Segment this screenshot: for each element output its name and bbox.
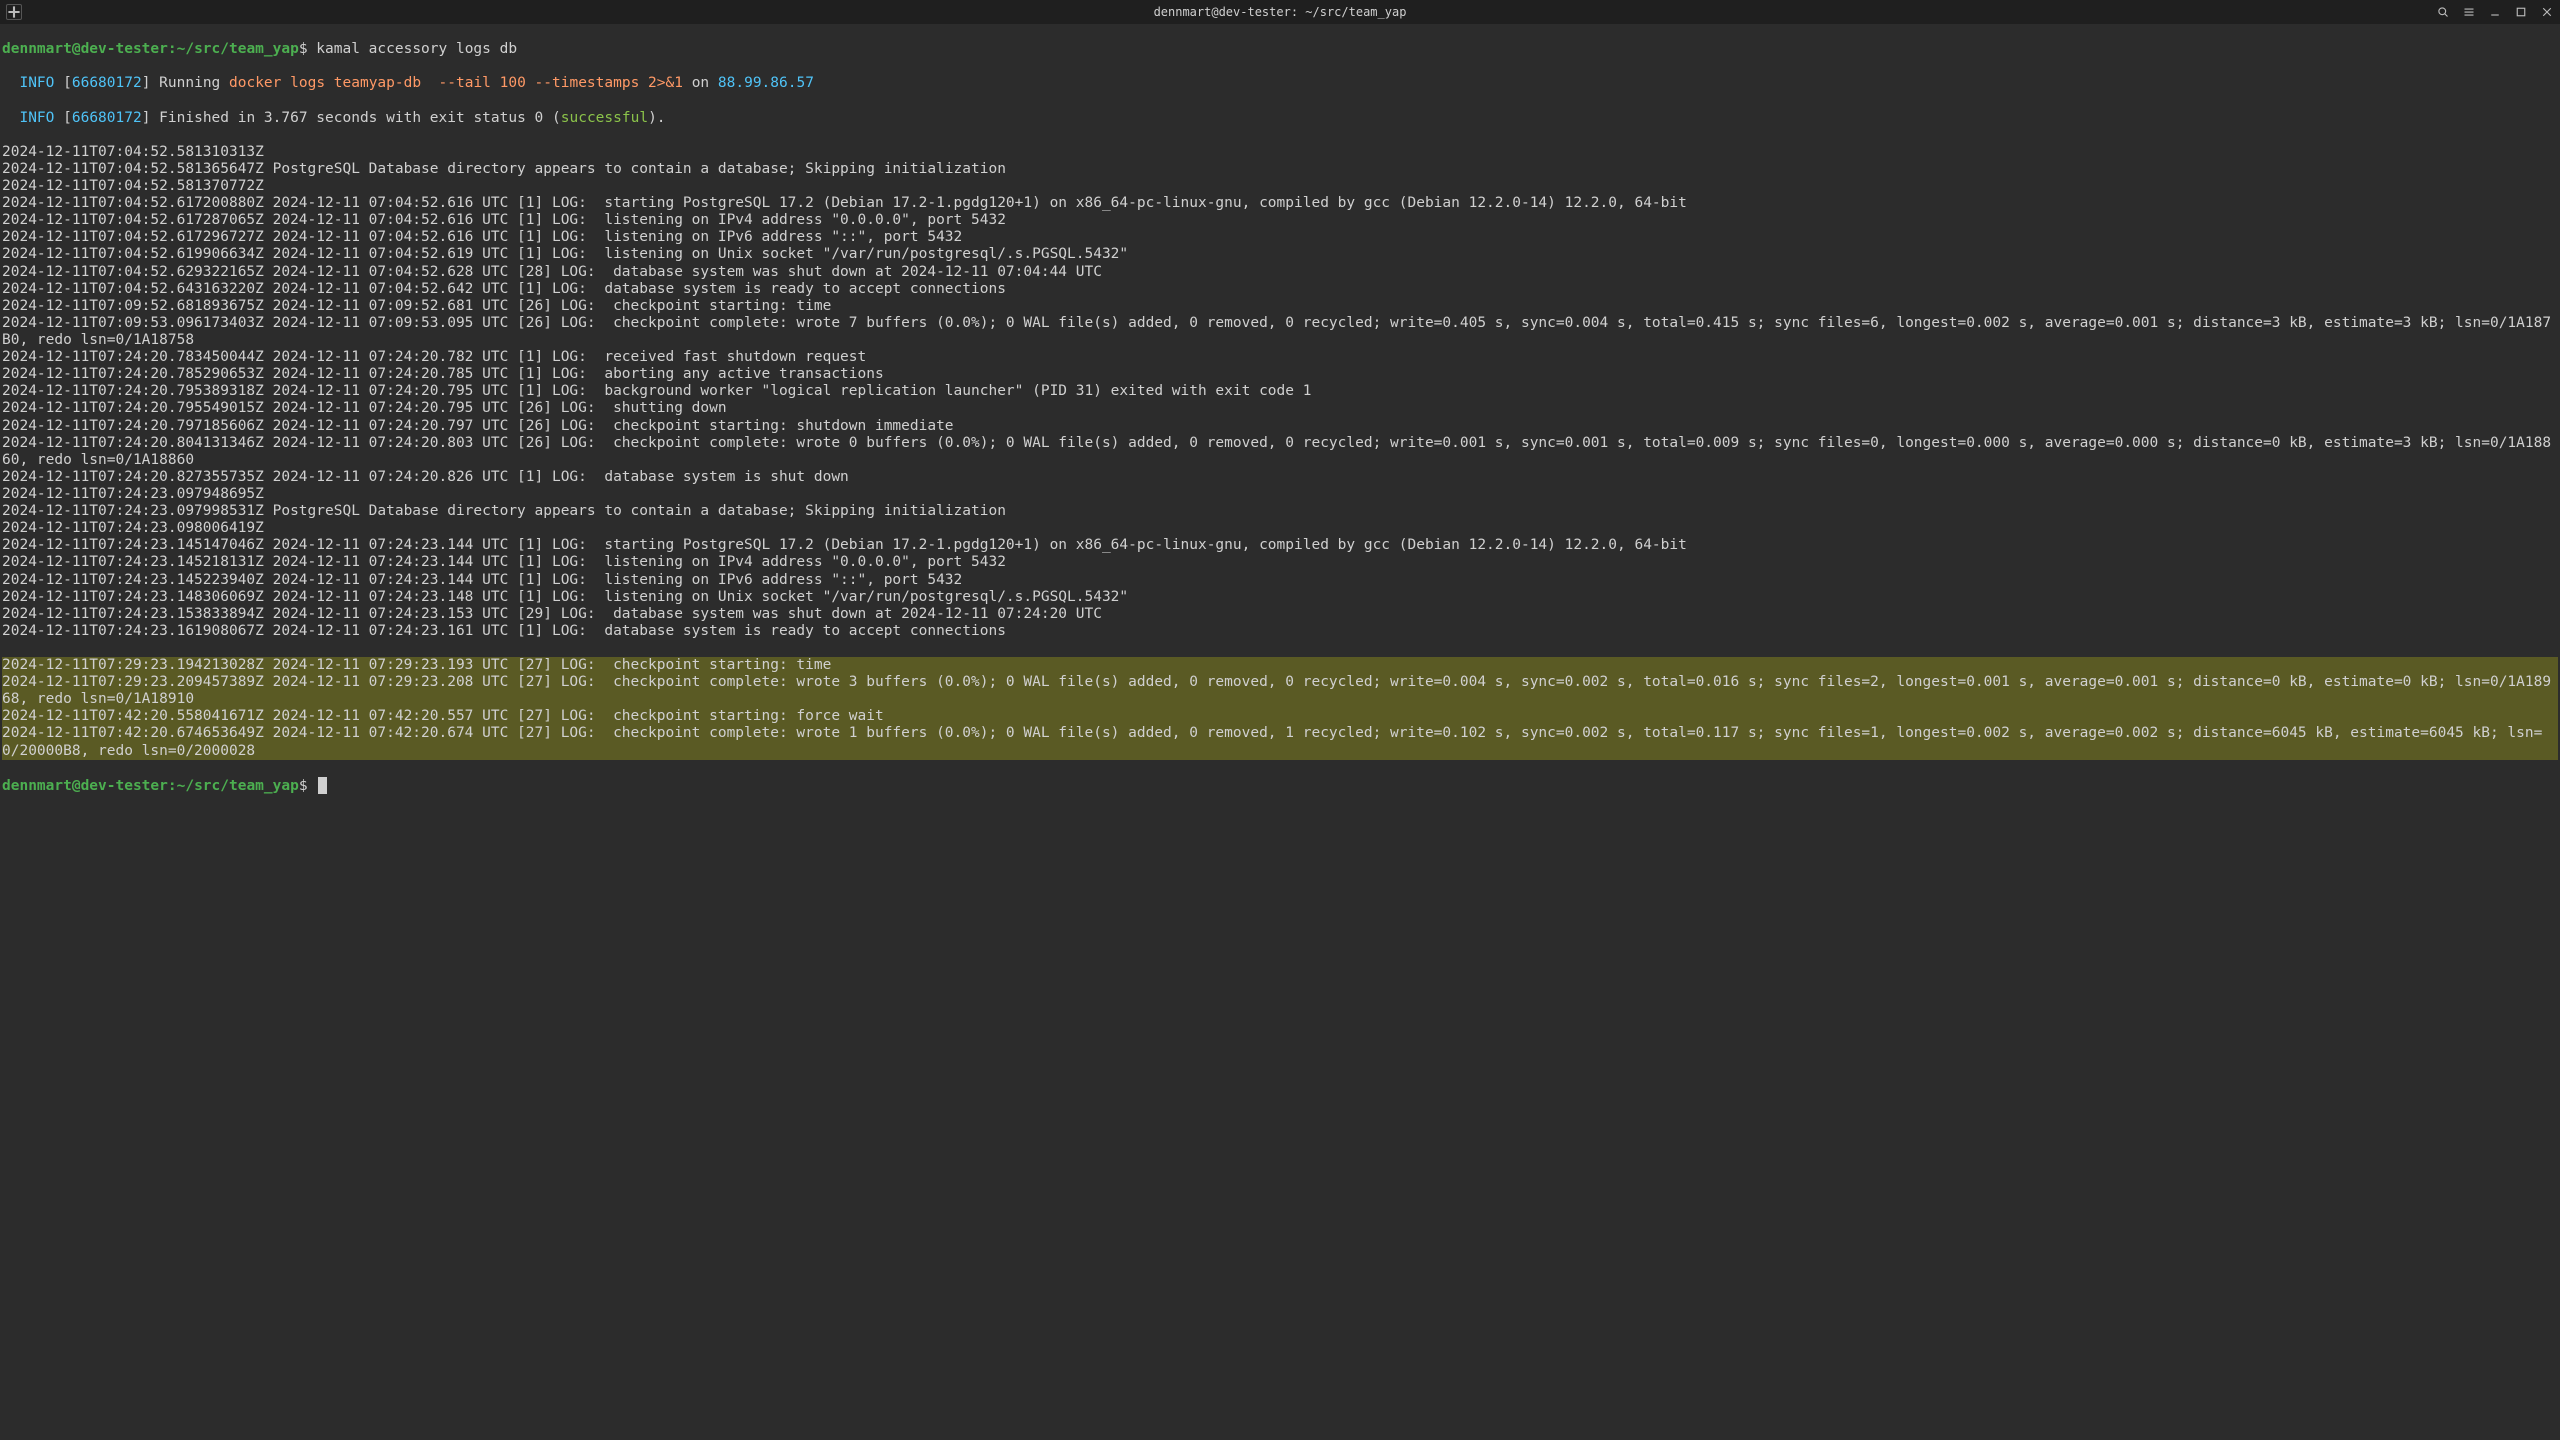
- docker-command: docker logs teamyap-db --tail 100 --time…: [229, 75, 683, 91]
- log-line: 2024-12-11T07:24:23.097948695Z: [2, 486, 2558, 503]
- search-icon[interactable]: [2436, 5, 2450, 19]
- terminal-output[interactable]: dennmart@dev-tester:~/src/team_yap$ kama…: [0, 24, 2560, 812]
- command-text: kamal accessory logs db: [316, 41, 517, 57]
- maximize-icon[interactable]: [2514, 5, 2528, 19]
- log-line: 2024-12-11T07:04:52.629322165Z 2024-12-1…: [2, 264, 2558, 281]
- prompt-path: ~/src/team_yap: [177, 41, 299, 57]
- info-tag: INFO: [19, 110, 54, 126]
- log-line-highlighted: 2024-12-11T07:42:20.558041671Z 2024-12-1…: [2, 708, 2558, 725]
- log-line: 2024-12-11T07:04:52.581370772Z: [2, 178, 2558, 195]
- log-line: 2024-12-11T07:24:20.795549015Z 2024-12-1…: [2, 400, 2558, 417]
- log-line: 2024-12-11T07:09:53.096173403Z 2024-12-1…: [2, 315, 2558, 349]
- log-line: 2024-12-11T07:04:52.581365647Z PostgreSQ…: [2, 161, 2558, 178]
- log-line: 2024-12-11T07:04:52.581310313Z: [2, 144, 2558, 161]
- log-line: 2024-12-11T07:24:23.145218131Z 2024-12-1…: [2, 554, 2558, 571]
- log-line: 2024-12-11T07:24:20.804131346Z 2024-12-1…: [2, 435, 2558, 469]
- close-icon[interactable]: [2540, 5, 2554, 19]
- log-line: 2024-12-11T07:24:23.097998531Z PostgreSQ…: [2, 503, 2558, 520]
- log-line-highlighted: 2024-12-11T07:29:23.194213028Z 2024-12-1…: [2, 657, 2558, 674]
- log-line: 2024-12-11T07:24:20.795389318Z 2024-12-1…: [2, 383, 2558, 400]
- log-lines: 2024-12-11T07:04:52.581310313Z2024-12-11…: [2, 144, 2558, 640]
- prompt-line: dennmart@dev-tester:~/src/team_yap$ kama…: [2, 41, 2558, 58]
- log-line: 2024-12-11T07:24:23.148306069Z 2024-12-1…: [2, 589, 2558, 606]
- ip-address: 88.99.86.57: [718, 75, 814, 91]
- log-line: 2024-12-11T07:04:52.617200880Z 2024-12-1…: [2, 195, 2558, 212]
- status-success: successful: [561, 110, 648, 126]
- log-line: 2024-12-11T07:24:23.145147046Z 2024-12-1…: [2, 537, 2558, 554]
- log-line: 2024-12-11T07:24:23.161908067Z 2024-12-1…: [2, 623, 2558, 640]
- log-line: 2024-12-11T07:24:20.783450044Z 2024-12-1…: [2, 349, 2558, 366]
- log-line: 2024-12-11T07:24:23.145223940Z 2024-12-1…: [2, 572, 2558, 589]
- log-line: 2024-12-11T07:04:52.617296727Z 2024-12-1…: [2, 229, 2558, 246]
- log-line: 2024-12-11T07:04:52.643163220Z 2024-12-1…: [2, 281, 2558, 298]
- prompt-userhost: dennmart@dev-tester: [2, 41, 168, 57]
- hamburger-menu-icon[interactable]: [2462, 5, 2476, 19]
- highlighted-log-lines: 2024-12-11T07:29:23.194213028Z 2024-12-1…: [2, 657, 2558, 760]
- log-line: 2024-12-11T07:24:23.153833894Z 2024-12-1…: [2, 606, 2558, 623]
- log-line: 2024-12-11T07:24:23.098006419Z: [2, 520, 2558, 537]
- info-line: INFO [66680172] Running docker logs team…: [2, 75, 2558, 92]
- cursor: [318, 777, 327, 794]
- log-line: 2024-12-11T07:09:52.681893675Z 2024-12-1…: [2, 298, 2558, 315]
- log-line-highlighted: 2024-12-11T07:29:23.209457389Z 2024-12-1…: [2, 674, 2558, 708]
- minimize-icon[interactable]: [2488, 5, 2502, 19]
- titlebar: dennmart@dev-tester: ~/src/team_yap: [0, 0, 2560, 24]
- new-tab-button[interactable]: [6, 4, 22, 20]
- log-line: 2024-12-11T07:24:20.827355735Z 2024-12-1…: [2, 469, 2558, 486]
- info-tag: INFO: [19, 75, 54, 91]
- info-line: INFO [66680172] Finished in 3.767 second…: [2, 110, 2558, 127]
- log-line: 2024-12-11T07:04:52.619906634Z 2024-12-1…: [2, 246, 2558, 263]
- log-line-highlighted: 2024-12-11T07:42:20.674653649Z 2024-12-1…: [2, 725, 2558, 759]
- prompt-line: dennmart@dev-tester:~/src/team_yap$: [2, 777, 2558, 795]
- window-title: dennmart@dev-tester: ~/src/team_yap: [1154, 5, 1407, 19]
- log-line: 2024-12-11T07:24:20.785290653Z 2024-12-1…: [2, 366, 2558, 383]
- log-line: 2024-12-11T07:24:20.797185606Z 2024-12-1…: [2, 418, 2558, 435]
- log-line: 2024-12-11T07:04:52.617287065Z 2024-12-1…: [2, 212, 2558, 229]
